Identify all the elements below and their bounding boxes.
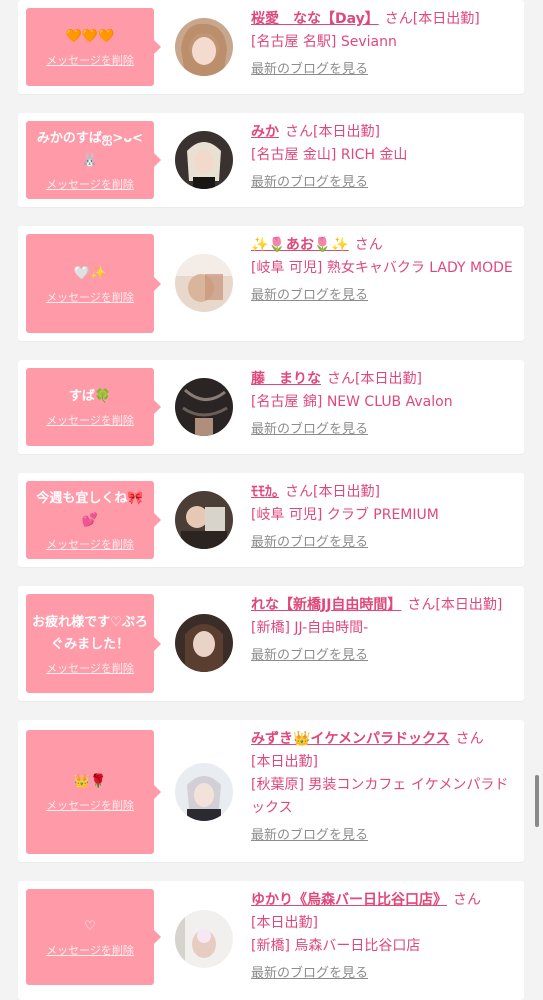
avatar[interactable] <box>175 254 233 312</box>
san-label: さん <box>354 237 383 253</box>
latest-blog-link[interactable]: 最新のブログを見る <box>251 171 368 194</box>
message-text: 🧡🧡🧡 <box>65 29 115 44</box>
avatar[interactable] <box>175 614 233 672</box>
san-label: さん <box>327 371 355 387</box>
message-card: みかのすばஐ>ᴗ<🐰 メッセージを削除 みか さん[本日出勤] [名古屋 金山] … <box>18 113 524 207</box>
san-label: さん <box>407 597 436 613</box>
message-text: みかのすばஐ>ᴗ<🐰 <box>36 131 144 168</box>
avatar[interactable] <box>175 18 233 76</box>
san-label: さん <box>285 124 313 140</box>
san-label: さん <box>285 484 313 500</box>
cast-name-link[interactable]: ゆかり《烏森バー日比谷口店》 <box>251 892 447 908</box>
cast-name-link[interactable]: みか <box>251 124 279 140</box>
cast-name-link[interactable]: ﾓﾓｶ｡ <box>251 484 279 500</box>
delete-message-link[interactable]: メッセージを削除 <box>46 176 134 192</box>
san-label: さん <box>384 11 413 27</box>
message-bubble: 今週も宜しくね🎀💕 メッセージを削除 <box>26 481 161 559</box>
entry-info: 桜愛 なな【Day】 さん[本日出勤] [名古屋 名駅] Seviann 最新のブ… <box>251 8 519 81</box>
delete-message-link[interactable]: メッセージを削除 <box>46 660 134 676</box>
avatar[interactable] <box>175 131 233 189</box>
message-card: 🤍✨ メッセージを削除 ✨🌷あお🌷✨ さん [岐阜 可児] 熟女キャバクラ LAD… <box>18 226 524 341</box>
scrollbar[interactable] <box>535 775 539 827</box>
message-text: 今週も宜しくね🎀💕 <box>36 491 144 528</box>
avatar[interactable] <box>175 763 233 821</box>
status-text: [本日出勤] <box>355 371 422 387</box>
shop-text: [名古屋 名駅] Seviann <box>251 34 397 50</box>
delete-message-link[interactable]: メッセージを削除 <box>46 52 134 68</box>
entry-info: みか さん[本日出勤] [名古屋 金山] RICH 金山 最新のブログを見る <box>251 121 519 194</box>
message-bubble: 🤍✨ メッセージを削除 <box>26 234 161 333</box>
delete-message-link[interactable]: メッセージを削除 <box>46 797 134 813</box>
shop-text: [名古屋 錦] NEW CLUB Avalon <box>251 394 453 410</box>
latest-blog-link[interactable]: 最新のブログを見る <box>251 58 368 81</box>
latest-blog-link[interactable]: 最新のブログを見る <box>251 284 368 307</box>
message-card: 🧡🧡🧡 メッセージを削除 桜愛 なな【Day】 さん[本日出勤] [名古屋 名駅]… <box>18 0 524 94</box>
cast-name-link[interactable]: ✨🌷あお🌷✨ <box>251 237 349 253</box>
message-bubble: みかのすばஐ>ᴗ<🐰 メッセージを削除 <box>26 121 161 199</box>
latest-blog-link[interactable]: 最新のブログを見る <box>251 418 368 441</box>
entry-info: れな【新橋JJ自由時間】 さん[本日出勤] [新橋] JJ-自由時間- 最新のブロ… <box>251 594 519 667</box>
latest-blog-link[interactable]: 最新のブログを見る <box>251 644 368 667</box>
cast-name-link[interactable]: れな【新橋JJ自由時間】 <box>251 597 401 613</box>
san-label: さん <box>455 731 484 747</box>
latest-blog-link[interactable]: 最新のブログを見る <box>251 531 368 554</box>
status-text: [本日出勤] <box>251 754 318 770</box>
delete-message-link[interactable]: メッセージを削除 <box>46 536 134 552</box>
entry-info: ﾓﾓｶ｡ さん[本日出勤] [岐阜 可児] クラブ PREMIUM 最新のブログを… <box>251 481 519 554</box>
status-text: [本日出勤] <box>313 124 380 140</box>
message-card: お疲れ様です♡ぷろぐみました！ メッセージを削除 れな【新橋JJ自由時間】 さん[… <box>18 586 524 701</box>
avatar[interactable] <box>175 378 233 436</box>
entry-info: みずき👑イケメンパラドックス さん [本日出勤] [秋葉原] 男装コンカフェ イケ… <box>251 728 519 847</box>
cast-name-link[interactable]: みずき👑イケメンパラドックス <box>251 731 450 747</box>
entry-info: ✨🌷あお🌷✨ さん [岐阜 可児] 熟女キャバクラ LADY MODE 最新のブロ… <box>251 234 519 307</box>
shop-text: [新橋] 烏森バー日比谷口店 <box>251 938 421 954</box>
message-text: すば🍀 <box>68 389 112 404</box>
cast-name-link[interactable]: 藤 まりな <box>251 371 321 387</box>
message-bubble: すば🍀 メッセージを削除 <box>26 368 161 446</box>
message-card: 今週も宜しくね🎀💕 メッセージを削除 ﾓﾓｶ｡ さん[本日出勤] [岐阜 可児] … <box>18 473 524 567</box>
shop-text: [岐阜 可児] 熟女キャバクラ LADY MODE <box>251 260 513 276</box>
message-text: 👑🌹 <box>73 774 107 789</box>
status-text: [本日出勤] <box>313 484 380 500</box>
message-bubble: ♡ メッセージを削除 <box>26 889 161 985</box>
cast-name-link[interactable]: 桜愛 なな【Day】 <box>251 11 379 27</box>
shop-text: [秋葉原] 男装コンカフェ イケメンパラドックス <box>251 777 509 816</box>
message-card: すば🍀 メッセージを削除 藤 まりな さん[本日出勤] [名古屋 錦] NEW C… <box>18 360 524 454</box>
status-text: [本日出勤] <box>435 597 503 613</box>
message-bubble: お疲れ様です♡ぷろぐみました！ メッセージを削除 <box>26 594 161 693</box>
san-label: さん <box>453 892 481 908</box>
message-card: ♡ メッセージを削除 ゆかり《烏森バー日比谷口店》 さん [本日出勤] [新橋] … <box>18 881 524 1000</box>
delete-message-link[interactable]: メッセージを削除 <box>46 412 134 428</box>
status-text: [本日出勤] <box>251 915 318 931</box>
avatar[interactable] <box>175 910 233 968</box>
message-card: 👑🌹 メッセージを削除 みずき👑イケメンパラドックス さん [本日出勤] [秋葉原… <box>18 720 524 862</box>
delete-message-link[interactable]: メッセージを削除 <box>46 289 134 305</box>
message-text: お疲れ様です♡ぷろぐみました！ <box>32 614 148 652</box>
latest-blog-link[interactable]: 最新のブログを見る <box>251 824 368 847</box>
message-bubble: 👑🌹 メッセージを削除 <box>26 730 161 854</box>
message-text: 🤍✨ <box>73 265 107 281</box>
avatar[interactable] <box>175 491 233 549</box>
message-text: ♡ <box>84 919 96 934</box>
entry-info: ゆかり《烏森バー日比谷口店》 さん [本日出勤] [新橋] 烏森バー日比谷口店 最… <box>251 889 519 985</box>
status-text: [本日出勤] <box>412 11 480 27</box>
latest-blog-link[interactable]: 最新のブログを見る <box>251 962 368 985</box>
entry-info: 藤 まりな さん[本日出勤] [名古屋 錦] NEW CLUB Avalon 最新… <box>251 368 519 441</box>
message-bubble: 🧡🧡🧡 メッセージを削除 <box>26 8 161 86</box>
shop-text: [岐阜 可児] クラブ PREMIUM <box>251 507 439 523</box>
delete-message-link[interactable]: メッセージを削除 <box>46 942 134 958</box>
shop-text: [名古屋 金山] RICH 金山 <box>251 147 408 163</box>
shop-text: [新橋] JJ-自由時間- <box>251 620 369 636</box>
